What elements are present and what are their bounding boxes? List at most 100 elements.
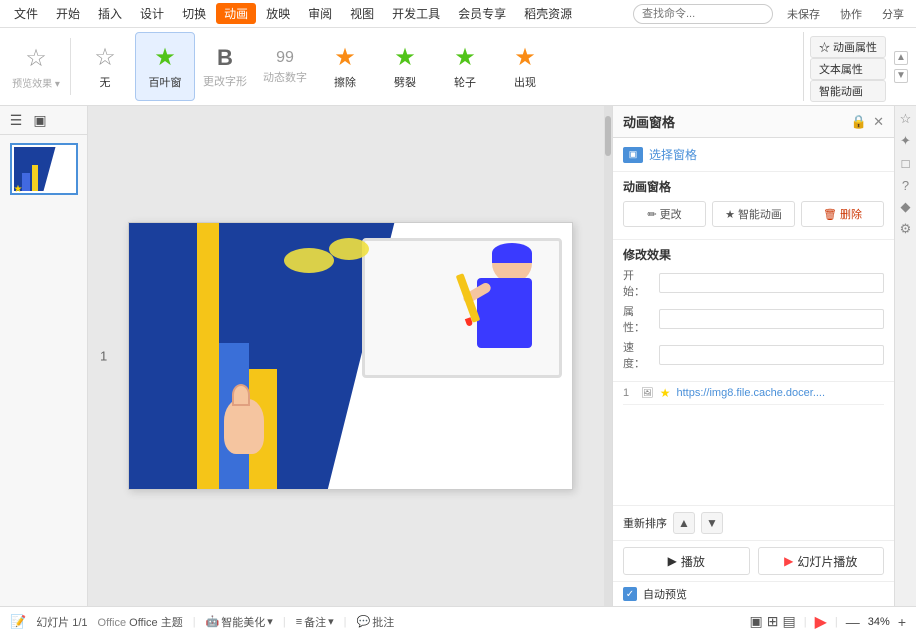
anim-action-row: ✏ 更改 ★ 智能动画 🗑 删除 (623, 201, 884, 227)
menu-shell[interactable]: 稻壳资源 (516, 3, 580, 24)
ribbon-morph[interactable]: B 更改字形 (195, 32, 255, 101)
zoom-level: 34% (868, 616, 890, 628)
grid-view-icon[interactable]: ▣ (30, 110, 50, 130)
erase-icon: ★ (334, 43, 356, 72)
play-button[interactable]: ▶ 播放 (623, 547, 750, 575)
view-notes-icon[interactable]: ▤ (783, 613, 796, 630)
anim-list-item[interactable]: 1 🖼 ★ https://img8.file.cache.docer.... (623, 382, 884, 405)
delete-button[interactable]: 🗑 删除 (801, 201, 884, 227)
menu-file[interactable]: 文件 (6, 3, 46, 24)
list-view-icon[interactable]: ☰ (6, 110, 26, 130)
editor-area[interactable]: 1 (88, 106, 612, 606)
edit-button[interactable]: ✏ 更改 (623, 201, 706, 227)
status-right: ▣ ⊞ ▤ | ▶ | — 34% + (750, 612, 906, 632)
select-pane-button[interactable]: ▣ 选择窗格 (613, 138, 894, 172)
none-label: 无 (100, 74, 111, 90)
slide-thumb-container: 1 ★ (0, 135, 87, 203)
split-label: 劈裂 (394, 74, 416, 90)
menu-insert[interactable]: 插入 (90, 3, 130, 24)
smart-label: 智能动画 (738, 206, 782, 222)
slide-thumbnail[interactable]: ★ (10, 143, 78, 195)
ribbon-right-controls: ☆ 动画属性 文本属性 智能动画 (803, 32, 892, 101)
far-right-settings-icon[interactable]: ⚙ (897, 220, 915, 238)
panel-pin-icon[interactable]: 🔒 (851, 114, 867, 130)
appear-label: 出现 (514, 74, 536, 90)
search-input[interactable] (633, 4, 773, 24)
anim-section: 动画窗格 ✏ 更改 ★ 智能动画 🗑 删除 (613, 172, 894, 240)
ribbon-blinds[interactable]: ★ 百叶窗 (135, 32, 195, 101)
effect-speed-row: 速度： (623, 339, 884, 371)
sort-up-button[interactable]: ▲ (673, 512, 695, 534)
slide-panel-toolbar: ☰ ▣ (0, 106, 87, 135)
anim-item-number: 1 (623, 387, 635, 399)
smart-anim-label: 智能动画 (819, 86, 863, 98)
menu-animate[interactable]: 动画 (216, 3, 256, 24)
slide-info: 幻灯片 1/1 (36, 614, 87, 630)
smart-anim-button[interactable]: 智能动画 (810, 80, 886, 102)
play-status-button[interactable]: ▶ (815, 612, 827, 632)
far-right-diamond-icon[interactable]: ◆ (897, 198, 915, 216)
view-normal-icon[interactable]: ▣ (750, 613, 763, 630)
editor-scrollbar[interactable] (604, 106, 612, 606)
edit-label: 更改 (660, 206, 682, 222)
ribbon: ☆ 预览效果 ▾ ☆ 无 ★ 百叶窗 B 更改字形 99 动态数字 ★ 擦除 ★… (0, 28, 916, 106)
anim-section-title: 动画窗格 (623, 178, 884, 195)
sort-row: 重新排序 ▲ ▼ (613, 505, 894, 540)
sort-label: 重新排序 (623, 515, 667, 531)
blinds-icon: ★ (154, 43, 176, 72)
ribbon-scroll-up[interactable]: ▲ (894, 51, 908, 65)
ribbon-none[interactable]: ☆ 无 (75, 32, 135, 101)
slideshow-button[interactable]: ▶ 幻灯片播放 (758, 547, 885, 575)
ribbon-preview[interactable]: ☆ 预览效果 ▾ (6, 32, 66, 101)
thumb (232, 384, 250, 406)
effect-prop-label: 属性： (623, 303, 653, 335)
menu-bar-right: 未保存 协作 分享 (633, 4, 910, 24)
menu-start[interactable]: 开始 (48, 3, 88, 24)
auto-preview-checkbox[interactable]: ✓ (623, 587, 637, 601)
text-props-button[interactable]: 文本属性 (810, 58, 886, 80)
menu-vip[interactable]: 会员专享 (450, 3, 514, 24)
ribbon-scroll-down[interactable]: ▼ (894, 69, 908, 83)
far-right-star-icon[interactable]: ☆ (897, 110, 915, 128)
beautify-button[interactable]: 🤖 智能美化 ▾ (206, 614, 273, 630)
effect-prop-input[interactable] (659, 309, 884, 329)
effect-prop-row: 属性： (623, 303, 884, 335)
ribbon-scroll-arrows: ▲ ▼ (892, 32, 910, 101)
effect-speed-input[interactable] (659, 345, 884, 365)
ribbon-split[interactable]: ★ 劈裂 (375, 32, 435, 101)
share-button[interactable]: 分享 (876, 4, 910, 24)
ribbon-wheel[interactable]: ★ 轮子 (435, 32, 495, 101)
anim-props-button[interactable]: ☆ 动画属性 (810, 36, 886, 58)
slide-canvas[interactable] (128, 222, 573, 490)
annotation-button[interactable]: ≡ 备注 ▾ (296, 614, 334, 630)
menu-play[interactable]: 放映 (258, 3, 298, 24)
ribbon-number[interactable]: 99 动态数字 (255, 32, 315, 101)
menu-dev[interactable]: 开发工具 (384, 3, 448, 24)
sort-down-button[interactable]: ▼ (701, 512, 723, 534)
note-icon: 📝 (10, 614, 26, 630)
status-bar: 📝 幻灯片 1/1 Office Office 主题 | 🤖 智能美化 ▾ | … (0, 606, 916, 636)
effect-start-input[interactable] (659, 273, 884, 293)
zoom-out-button[interactable]: — (846, 614, 860, 630)
menu-view[interactable]: 视图 (342, 3, 382, 24)
slide-illustration (129, 223, 572, 489)
anim-item-url: https://img8.file.cache.docer.... (676, 387, 884, 399)
none-icon: ☆ (94, 43, 116, 72)
smart-button[interactable]: ★ 智能动画 (712, 201, 795, 227)
far-right-sparkle-icon[interactable]: ✦ (897, 132, 915, 150)
ribbon-appear[interactable]: ★ 出现 (495, 32, 555, 101)
far-right-grid-icon[interactable]: □ (897, 154, 915, 172)
zoom-in-button[interactable]: + (898, 614, 906, 630)
menu-switch[interactable]: 切换 (174, 3, 214, 24)
menu-review[interactable]: 审阅 (300, 3, 340, 24)
scrollbar-thumb[interactable] (605, 116, 611, 156)
far-right-help-icon[interactable]: ? (897, 176, 915, 194)
panel-icons: 🔒 ✕ (851, 114, 884, 130)
ribbon-erase[interactable]: ★ 擦除 (315, 32, 375, 101)
collab-button[interactable]: 协作 (834, 4, 868, 24)
view-grid-icon[interactable]: ⊞ (767, 613, 779, 630)
comment-button[interactable]: 💬 批注 (357, 614, 395, 630)
panel-close-icon[interactable]: ✕ (873, 114, 884, 130)
illus-character (462, 243, 552, 403)
menu-design[interactable]: 设计 (132, 3, 172, 24)
